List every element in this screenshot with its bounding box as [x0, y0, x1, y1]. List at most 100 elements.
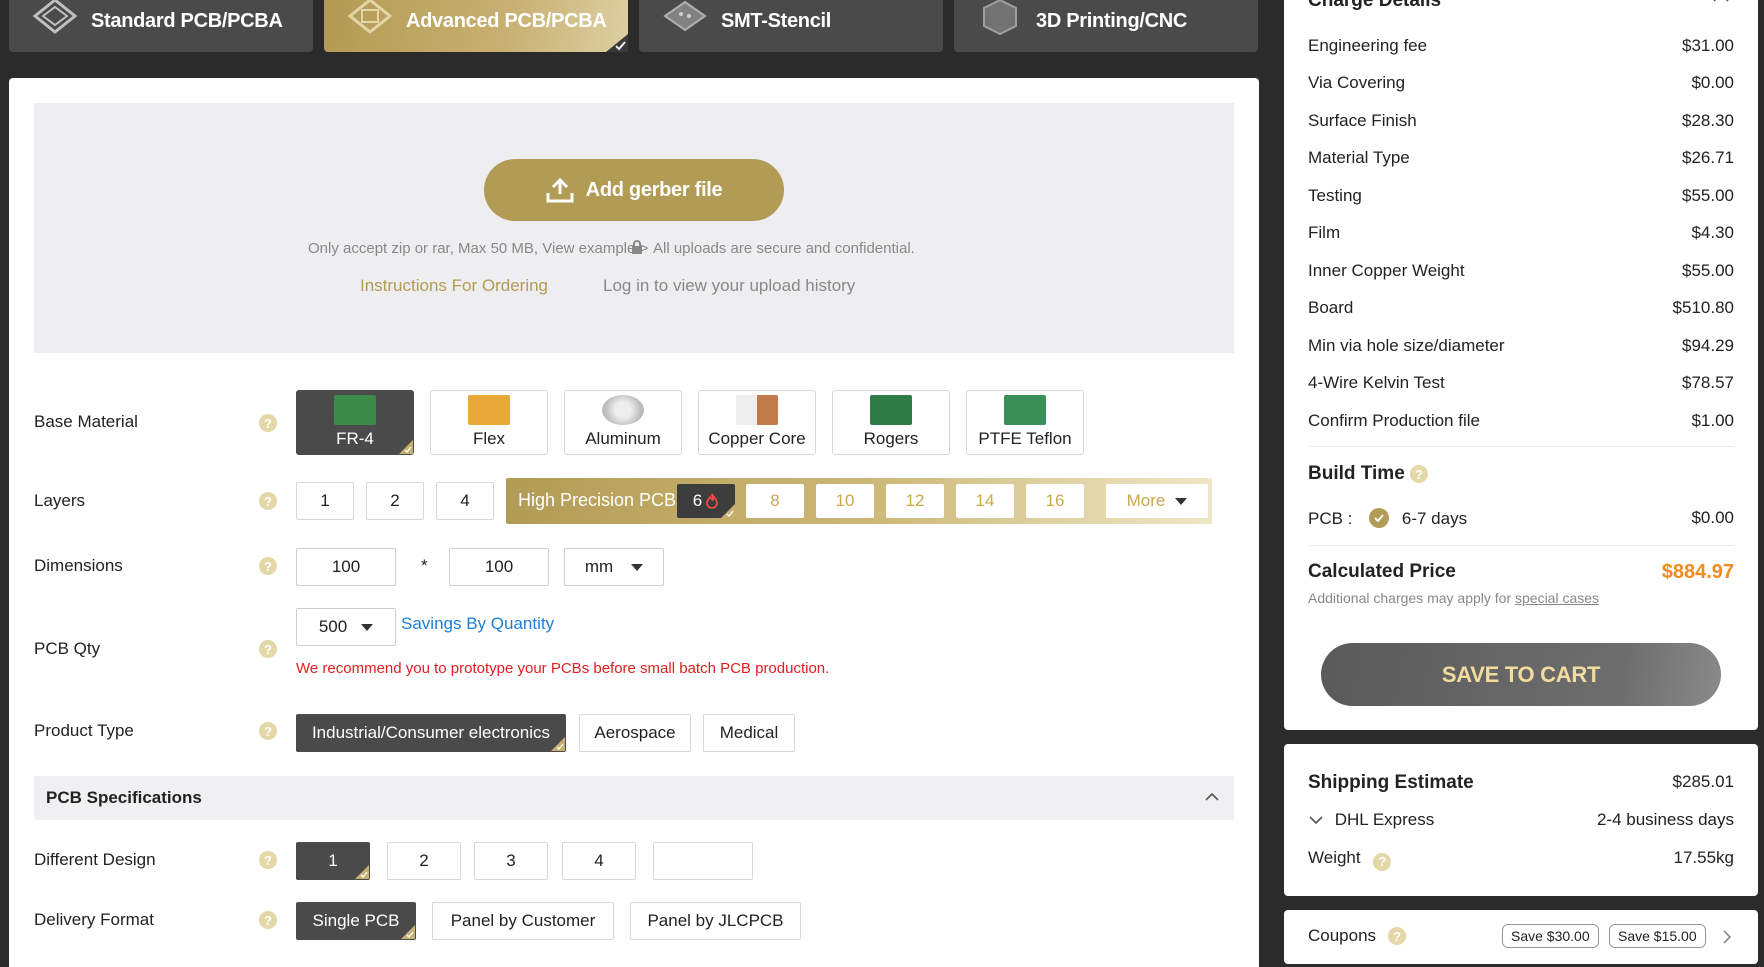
advanced-pcb-icon: [347, 0, 393, 34]
selected-check-icon: [551, 737, 565, 751]
material-ptfe-teflon[interactable]: PTFE Teflon: [966, 390, 1084, 455]
pcb-specifications-header[interactable]: PCB Specifications: [34, 776, 1234, 820]
stencil-icon: [663, 0, 707, 32]
add-gerber-label: Add gerber file: [585, 178, 723, 201]
delivery-single-pcb[interactable]: Single PCB: [296, 902, 416, 940]
charge-details-panel: Charge Details Engineering fee $31.00 Via…: [1284, 0, 1758, 730]
product-type-aerospace[interactable]: Aerospace: [579, 714, 691, 752]
add-gerber-button[interactable]: Add gerber file: [484, 159, 784, 221]
layer-option-4[interactable]: 4: [436, 482, 494, 520]
layer-option-6[interactable]: 6: [677, 484, 735, 518]
material-flex[interactable]: Flex: [430, 390, 548, 455]
material-label: FR-4: [336, 429, 374, 448]
product-type-label: Product Type: [34, 721, 134, 740]
delivery-panel-by-jlcpcb[interactable]: Panel by JLCPCB: [630, 902, 801, 940]
help-icon[interactable]: ?: [1373, 852, 1392, 871]
material-copper-core[interactable]: Copper Core: [698, 390, 816, 455]
tab-advanced-pcb[interactable]: Advanced PCB/PCBA: [324, 0, 628, 52]
design-option-3[interactable]: 3: [474, 842, 548, 880]
selected-check-icon: [606, 34, 628, 52]
help-icon[interactable]: ?: [259, 722, 277, 740]
pcb-qty-label: PCB Qty: [34, 639, 101, 658]
help-icon[interactable]: ?: [259, 557, 277, 575]
unit-select[interactable]: mm: [564, 548, 664, 586]
help-icon[interactable]: ?: [259, 492, 277, 510]
help-icon[interactable]: ?: [259, 851, 277, 869]
help-icon[interactable]: ?: [1388, 927, 1406, 945]
spec-header-text: PCB Specifications: [46, 788, 202, 807]
help-icon[interactable]: ?: [259, 640, 277, 658]
design-custom-input[interactable]: [653, 842, 753, 880]
chevron-down-icon: [631, 563, 644, 571]
selected-check-icon: [401, 925, 415, 939]
help-icon[interactable]: ?: [259, 911, 277, 929]
product-type-text: Industrial/Consumer electronics: [311, 723, 551, 742]
charge-row: 4-Wire Kelvin Test $78.57: [1308, 373, 1734, 392]
material-rogers[interactable]: Rogers: [832, 390, 950, 455]
layer-option-8[interactable]: 8: [746, 484, 804, 518]
build-time-label: PCB :: [1308, 509, 1353, 528]
dimension-separator: *: [421, 556, 428, 575]
radio-checked-icon[interactable]: [1369, 508, 1390, 528]
secure-note: All uploads are secure and confidential.: [653, 240, 915, 257]
carrier-row[interactable]: DHL Express 2-4 business days: [1308, 810, 1734, 830]
aluminum-board-icon: [602, 395, 644, 425]
save-to-cart-button[interactable]: SAVE TO CART: [1321, 643, 1721, 706]
divider: [1308, 446, 1734, 447]
charge-row: Testing $55.00: [1308, 186, 1734, 205]
qty-select[interactable]: 500: [296, 608, 396, 646]
charge-row: Via Covering $0.00: [1308, 73, 1734, 92]
weight-label: Weight: [1308, 848, 1361, 867]
coupons-panel[interactable]: Coupons ? Save $30.00 Save $15.00: [1284, 910, 1758, 964]
shipping-title: Shipping Estimate: [1308, 772, 1474, 793]
material-aluminum[interactable]: Aluminum: [564, 390, 682, 455]
fr4-board-icon: [334, 395, 376, 425]
design-option-2[interactable]: 2: [387, 842, 461, 880]
high-precision-pcb-bar: High Precision PCB 6 8 10 12 14 16 More: [506, 478, 1212, 524]
base-material-label: Base Material: [34, 412, 138, 431]
chevron-down-icon: [361, 623, 374, 631]
product-type-industrial[interactable]: Industrial/Consumer electronics: [296, 714, 566, 752]
material-label: PTFE Teflon: [978, 429, 1072, 448]
prototype-warning: We recommend you to prototype your PCBs …: [296, 660, 830, 677]
width-input[interactable]: 100: [296, 548, 396, 586]
chevron-right-icon[interactable]: [1722, 929, 1732, 945]
material-label: Copper Core: [708, 429, 806, 448]
coupon-tag[interactable]: Save $30.00: [1502, 924, 1599, 948]
layer-option-14[interactable]: 14: [956, 484, 1014, 518]
design-option-1[interactable]: 1: [296, 842, 370, 880]
help-icon[interactable]: ?: [259, 414, 277, 432]
material-fr4[interactable]: FR-4: [296, 390, 414, 455]
upload-history-link[interactable]: Log in to view your upload history: [603, 276, 855, 296]
chevron-down-icon: [1175, 497, 1188, 505]
charge-row: Inner Copper Weight $55.00: [1308, 261, 1734, 280]
help-icon[interactable]: ?: [1410, 465, 1428, 483]
charge-row: Material Type $26.71: [1308, 148, 1734, 167]
instructions-link[interactable]: Instructions For Ordering: [360, 276, 548, 296]
layer-option-12[interactable]: 12: [886, 484, 944, 518]
layer-option-10[interactable]: 10: [816, 484, 874, 518]
high-precision-label: High Precision PCB: [518, 490, 677, 510]
layer-more-dropdown[interactable]: More: [1106, 484, 1208, 518]
upload-note[interactable]: Only accept zip or rar, Max 50 MB, View …: [308, 240, 648, 257]
savings-by-quantity-link[interactable]: Savings By Quantity: [401, 614, 554, 634]
delivery-panel-by-customer[interactable]: Panel by Customer: [432, 902, 614, 940]
order-form-panel: Add gerber file Only accept zip or rar, …: [9, 78, 1259, 967]
shipping-price: $285.01: [1672, 772, 1734, 791]
coupon-tag[interactable]: Save $15.00: [1609, 924, 1706, 948]
charge-row: Surface Finish $28.30: [1308, 111, 1734, 130]
design-value: 1: [328, 851, 338, 870]
material-label: Flex: [472, 429, 506, 448]
layer-option-1[interactable]: 1: [296, 482, 354, 520]
height-input[interactable]: 100: [449, 548, 549, 586]
selected-check-icon: [399, 440, 413, 454]
tab-3d-printing[interactable]: 3D Printing/CNC: [954, 0, 1258, 52]
special-cases-link[interactable]: special cases: [1515, 590, 1599, 606]
product-type-medical[interactable]: Medical: [703, 714, 795, 752]
tab-smt-stencil[interactable]: SMT-Stencil: [639, 0, 943, 52]
layer-option-16[interactable]: 16: [1026, 484, 1084, 518]
chevron-up-icon[interactable]: [1712, 0, 1730, 3]
design-option-4[interactable]: 4: [562, 842, 636, 880]
layer-option-2[interactable]: 2: [366, 482, 424, 520]
tab-standard-pcb[interactable]: Standard PCB/PCBA: [9, 0, 313, 52]
